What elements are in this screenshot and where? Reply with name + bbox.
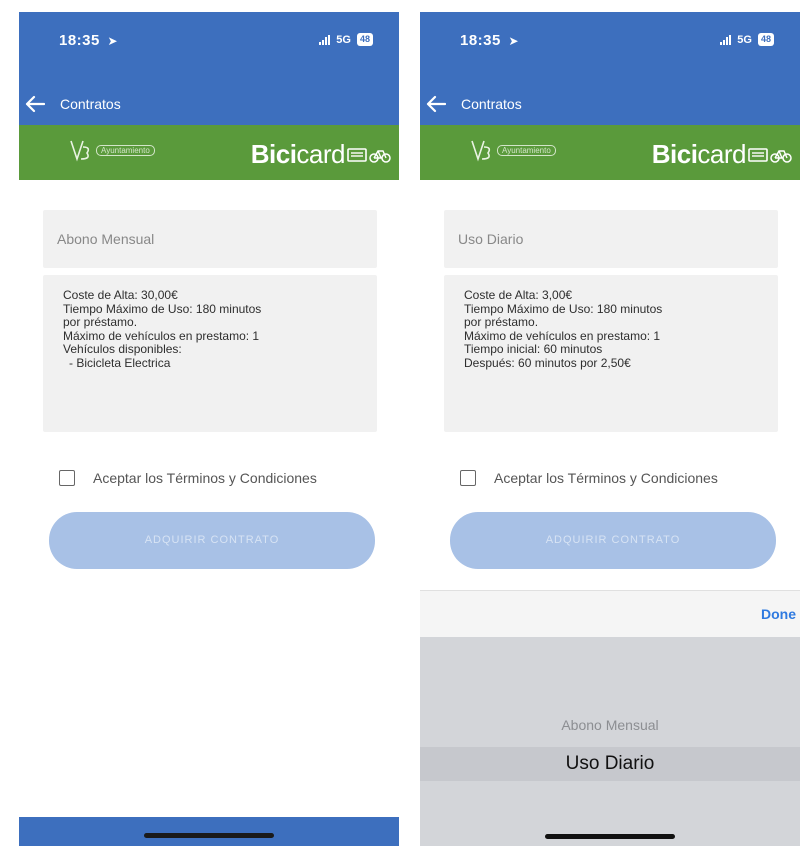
- plan-select-value: Abono Mensual: [57, 231, 155, 247]
- phone-screen-right: 18:35 ➤ 5G 48 Contratos Ayuntamiento Bic…: [420, 12, 800, 846]
- app-header: 18:35 ➤ 5G 48 Contratos: [420, 12, 800, 125]
- card-icon: [347, 147, 367, 162]
- location-arrow-icon: ➤: [508, 34, 520, 48]
- status-time-text: 18:35: [59, 32, 100, 49]
- plan-picker-wheel[interactable]: Abono Mensual Uso Diario: [420, 637, 800, 846]
- bottom-bar: [19, 817, 399, 846]
- logo-icons: [748, 147, 792, 163]
- status-time-text: 18:35: [460, 32, 501, 49]
- brand-banner: Ayuntamiento Bici card: [420, 125, 800, 180]
- city-logo: Ayuntamiento: [468, 137, 556, 163]
- plan-select[interactable]: Uso Diario: [444, 210, 778, 268]
- signal-bars-icon: [720, 34, 732, 45]
- city-logo-mark: [471, 140, 491, 162]
- status-time: 18:35 ➤: [59, 32, 118, 49]
- plan-details: Coste de Alta: 30,00€ Tiempo Máximo de U…: [43, 275, 377, 432]
- bicycle-icon: [369, 149, 391, 163]
- terms-checkbox[interactable]: [460, 470, 476, 486]
- city-logo-mark: [70, 140, 90, 162]
- home-indicator[interactable]: [545, 834, 675, 839]
- city-logo: Ayuntamiento: [67, 137, 155, 163]
- detail-line: Tiempo Máximo de Uso: 180 minutos: [464, 301, 663, 316]
- phone-screen-left: 18:35 ➤ 5G 48 Contratos Ayuntamiento Bic…: [19, 12, 399, 846]
- terms-label: Aceptar los Términos y Condiciones: [494, 470, 718, 486]
- acquire-contract-button[interactable]: ADQUIRIR CONTRATO: [49, 512, 375, 569]
- nav-bar: Contratos: [420, 86, 800, 122]
- logo-bici-text: Bici: [651, 139, 698, 169]
- bicicard-logo: Bici card: [652, 139, 792, 170]
- city-logo-sub: Ayuntamiento: [497, 144, 556, 156]
- arrow-left-icon[interactable]: [22, 91, 48, 117]
- detail-line: Máximo de vehículos en prestamo: 1: [464, 328, 661, 343]
- status-indicators: 5G 48: [319, 33, 373, 46]
- battery-level: 48: [760, 34, 771, 44]
- city-logo-sub: Ayuntamiento: [96, 144, 155, 156]
- status-indicators: 5G 48: [720, 33, 774, 46]
- app-header: 18:35 ➤ 5G 48 Contratos: [19, 12, 399, 125]
- battery-icon: 48: [356, 33, 373, 46]
- detail-line: Vehículos disponibles:: [63, 342, 182, 356]
- logo-card-text: card: [296, 139, 345, 169]
- detail-line: Tiempo Máximo de Uso: 180 minutos: [63, 301, 262, 316]
- page-title: Contratos: [60, 96, 121, 112]
- detail-line: - Bicicleta Electrica: [69, 355, 171, 370]
- battery-icon: 48: [757, 33, 774, 46]
- detail-line: Tiempo inicial: 60 minutos: [464, 342, 603, 356]
- card-icon: [748, 147, 768, 162]
- location-arrow-icon: ➤: [107, 34, 119, 48]
- detail-line: Coste de Alta: 3,00€: [464, 288, 573, 302]
- logo-card-text: card: [697, 139, 746, 169]
- detail-line: por préstamo.: [464, 315, 539, 329]
- logo-icons: [347, 147, 391, 163]
- terms-label: Aceptar los Términos y Condiciones: [93, 470, 317, 486]
- detail-line: por préstamo.: [63, 315, 138, 329]
- terms-row[interactable]: Aceptar los Términos y Condiciones: [59, 470, 317, 486]
- plan-details: Coste de Alta: 3,00€ Tiempo Máximo de Us…: [444, 275, 778, 432]
- arrow-left-icon[interactable]: [423, 91, 449, 117]
- done-button[interactable]: Done: [761, 606, 796, 622]
- picker-option[interactable]: Abono Mensual: [420, 717, 800, 733]
- brand-banner: Ayuntamiento Bici card: [19, 125, 399, 180]
- detail-line: Después: 60 minutos por 2,50€: [464, 355, 631, 370]
- nav-bar: Contratos: [19, 86, 399, 122]
- logo-bici-text: Bici: [250, 139, 297, 169]
- home-indicator[interactable]: [144, 833, 274, 838]
- signal-bars-icon: [319, 34, 331, 45]
- battery-level: 48: [359, 34, 370, 44]
- network-label: 5G: [336, 33, 351, 46]
- plan-select[interactable]: Abono Mensual: [43, 210, 377, 268]
- terms-checkbox[interactable]: [59, 470, 75, 486]
- detail-line: Máximo de vehículos en prestamo: 1: [63, 328, 260, 343]
- picker-toolbar: Done: [420, 590, 800, 637]
- bicicard-logo: Bici card: [251, 139, 391, 170]
- page-title: Contratos: [461, 96, 522, 112]
- detail-line: Coste de Alta: 30,00€: [63, 288, 178, 302]
- terms-row[interactable]: Aceptar los Términos y Condiciones: [460, 470, 718, 486]
- status-time: 18:35 ➤: [460, 32, 519, 49]
- plan-select-value: Uso Diario: [458, 231, 524, 247]
- picker-option-selected[interactable]: Uso Diario: [420, 747, 800, 781]
- bicycle-icon: [770, 149, 792, 163]
- network-label: 5G: [737, 33, 752, 46]
- acquire-contract-button[interactable]: ADQUIRIR CONTRATO: [450, 512, 776, 569]
